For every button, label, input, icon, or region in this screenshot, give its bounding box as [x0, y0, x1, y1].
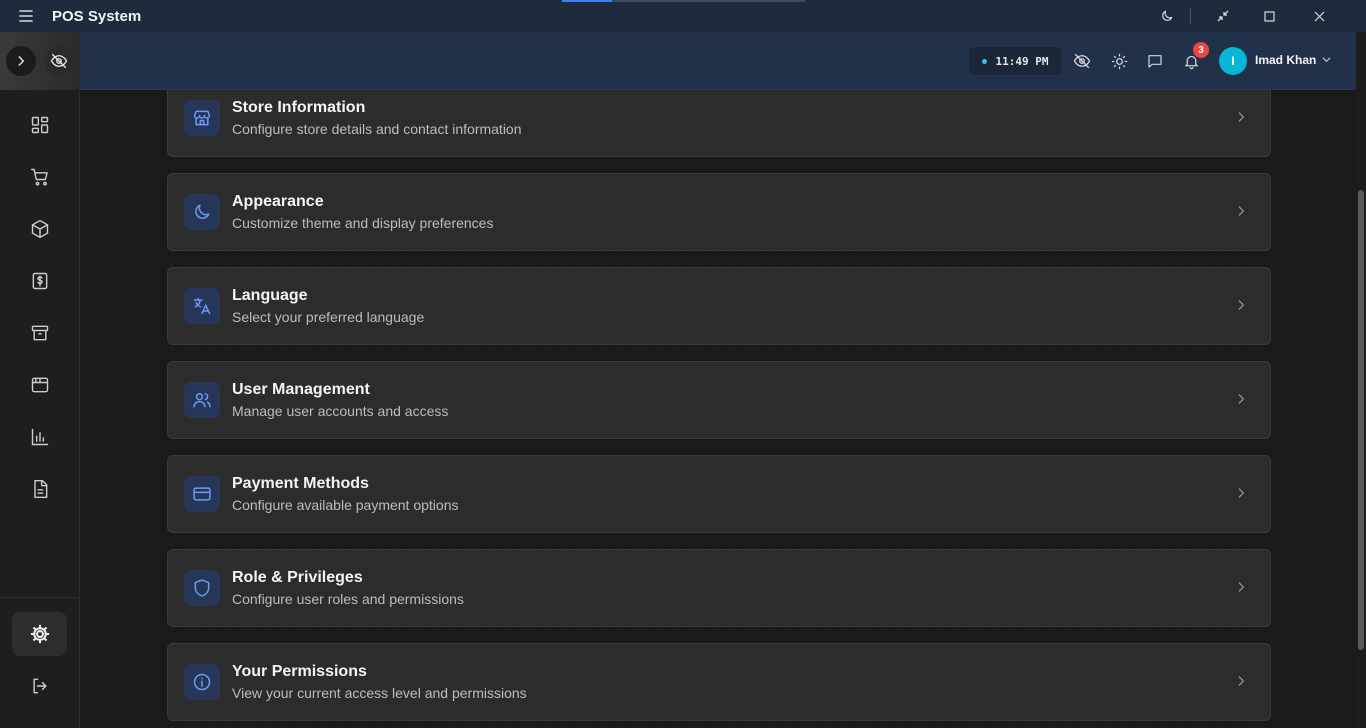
card-description: Manage user accounts and access: [232, 403, 449, 419]
info-icon: [184, 664, 220, 700]
cart-icon[interactable]: [20, 157, 60, 197]
settings-card-your-permissions[interactable]: Your Permissions View your current acces…: [167, 643, 1271, 721]
chevron-right-icon: [1234, 392, 1248, 406]
card-description: Configure user roles and permissions: [232, 591, 464, 607]
card-title: Appearance: [232, 193, 324, 210]
maximize-window-icon[interactable]: [1246, 0, 1292, 32]
expand-sidebar-button[interactable]: [6, 46, 36, 76]
settings-card-store-information[interactable]: Store Information Configure store detail…: [167, 90, 1271, 157]
user-name[interactable]: Imad Khan: [1255, 53, 1316, 67]
settings-card-role-privileges[interactable]: Role & Privileges Configure user roles a…: [167, 549, 1271, 627]
chevron-right-icon: [1234, 580, 1248, 594]
settings-icon[interactable]: [12, 612, 67, 656]
clock-display: 11:49 PM: [969, 47, 1061, 75]
chevron-right-icon: [1234, 486, 1248, 500]
title-bar-separator: [1190, 8, 1191, 24]
clock-time: 11:49 PM: [995, 54, 1049, 68]
card-description: View your current access level and permi…: [232, 685, 527, 701]
card-title: Payment Methods: [232, 475, 369, 492]
moon-icon: [184, 194, 220, 230]
users-icon: [184, 382, 220, 418]
card-title: Store Information: [232, 99, 366, 116]
title-bar-accent-track: [612, 0, 805, 2]
notification-badge: 3: [1193, 42, 1209, 58]
clock-status-dot: [981, 58, 987, 64]
credit-card-icon: [184, 476, 220, 512]
sidebar-top: [0, 32, 80, 90]
store-icon: [184, 100, 220, 136]
settings-card-language[interactable]: Language Select your preferred language: [167, 267, 1271, 345]
browser-icon[interactable]: [20, 365, 60, 405]
chevron-right-icon: [1234, 110, 1248, 124]
shield-icon: [184, 570, 220, 606]
settings-card-appearance[interactable]: Appearance Customize theme and display p…: [167, 173, 1271, 251]
chat-icon[interactable]: [1143, 49, 1167, 73]
logout-icon[interactable]: [20, 666, 60, 706]
app-title: POS System: [52, 7, 142, 25]
card-title: Role & Privileges: [232, 569, 363, 586]
hamburger-menu-icon[interactable]: [18, 9, 38, 23]
sidebar-divider: [0, 597, 80, 598]
sun-icon[interactable]: [1107, 49, 1131, 73]
title-bar-accent: [562, 0, 612, 2]
content-scrollbar[interactable]: [1356, 32, 1366, 728]
bar-chart-icon[interactable]: [20, 417, 60, 457]
sidebar: [0, 32, 80, 728]
title-bar: POS System: [0, 0, 1366, 32]
eye-off-icon[interactable]: [1070, 49, 1094, 73]
box-icon[interactable]: [20, 209, 60, 249]
settings-card-payment-methods[interactable]: Payment Methods Configure available paym…: [167, 455, 1271, 533]
user-avatar[interactable]: I: [1219, 47, 1247, 75]
card-title: User Management: [232, 381, 370, 398]
theme-toggle-moon-icon[interactable]: [1144, 0, 1190, 32]
dollar-icon[interactable]: [20, 261, 60, 301]
card-description: Select your preferred language: [232, 309, 425, 325]
hide-eye-off-icon[interactable]: [44, 46, 74, 76]
card-description: Configure store details and contact info…: [232, 121, 522, 137]
document-icon[interactable]: [20, 469, 60, 509]
chevron-down-icon[interactable]: [1321, 54, 1332, 65]
chevron-right-icon: [1234, 204, 1248, 218]
card-description: Customize theme and display preferences: [232, 215, 494, 231]
settings-content: Store Information Configure store detail…: [80, 90, 1356, 728]
chevron-right-icon: [1234, 298, 1248, 312]
settings-card-user-management[interactable]: User Management Manage user accounts and…: [167, 361, 1271, 439]
top-header: 11:49 PM 3 I Imad Khan: [80, 32, 1356, 90]
close-window-icon[interactable]: [1296, 0, 1342, 32]
card-title: Your Permissions: [232, 663, 367, 680]
card-title: Language: [232, 287, 308, 304]
scrollbar-thumb[interactable]: [1358, 190, 1364, 650]
chevron-right-icon: [1234, 674, 1248, 688]
translate-icon: [184, 288, 220, 324]
dashboard-icon[interactable]: [20, 105, 60, 145]
archive-icon[interactable]: [20, 313, 60, 353]
restore-window-icon[interactable]: [1200, 0, 1246, 32]
card-description: Configure available payment options: [232, 497, 459, 513]
